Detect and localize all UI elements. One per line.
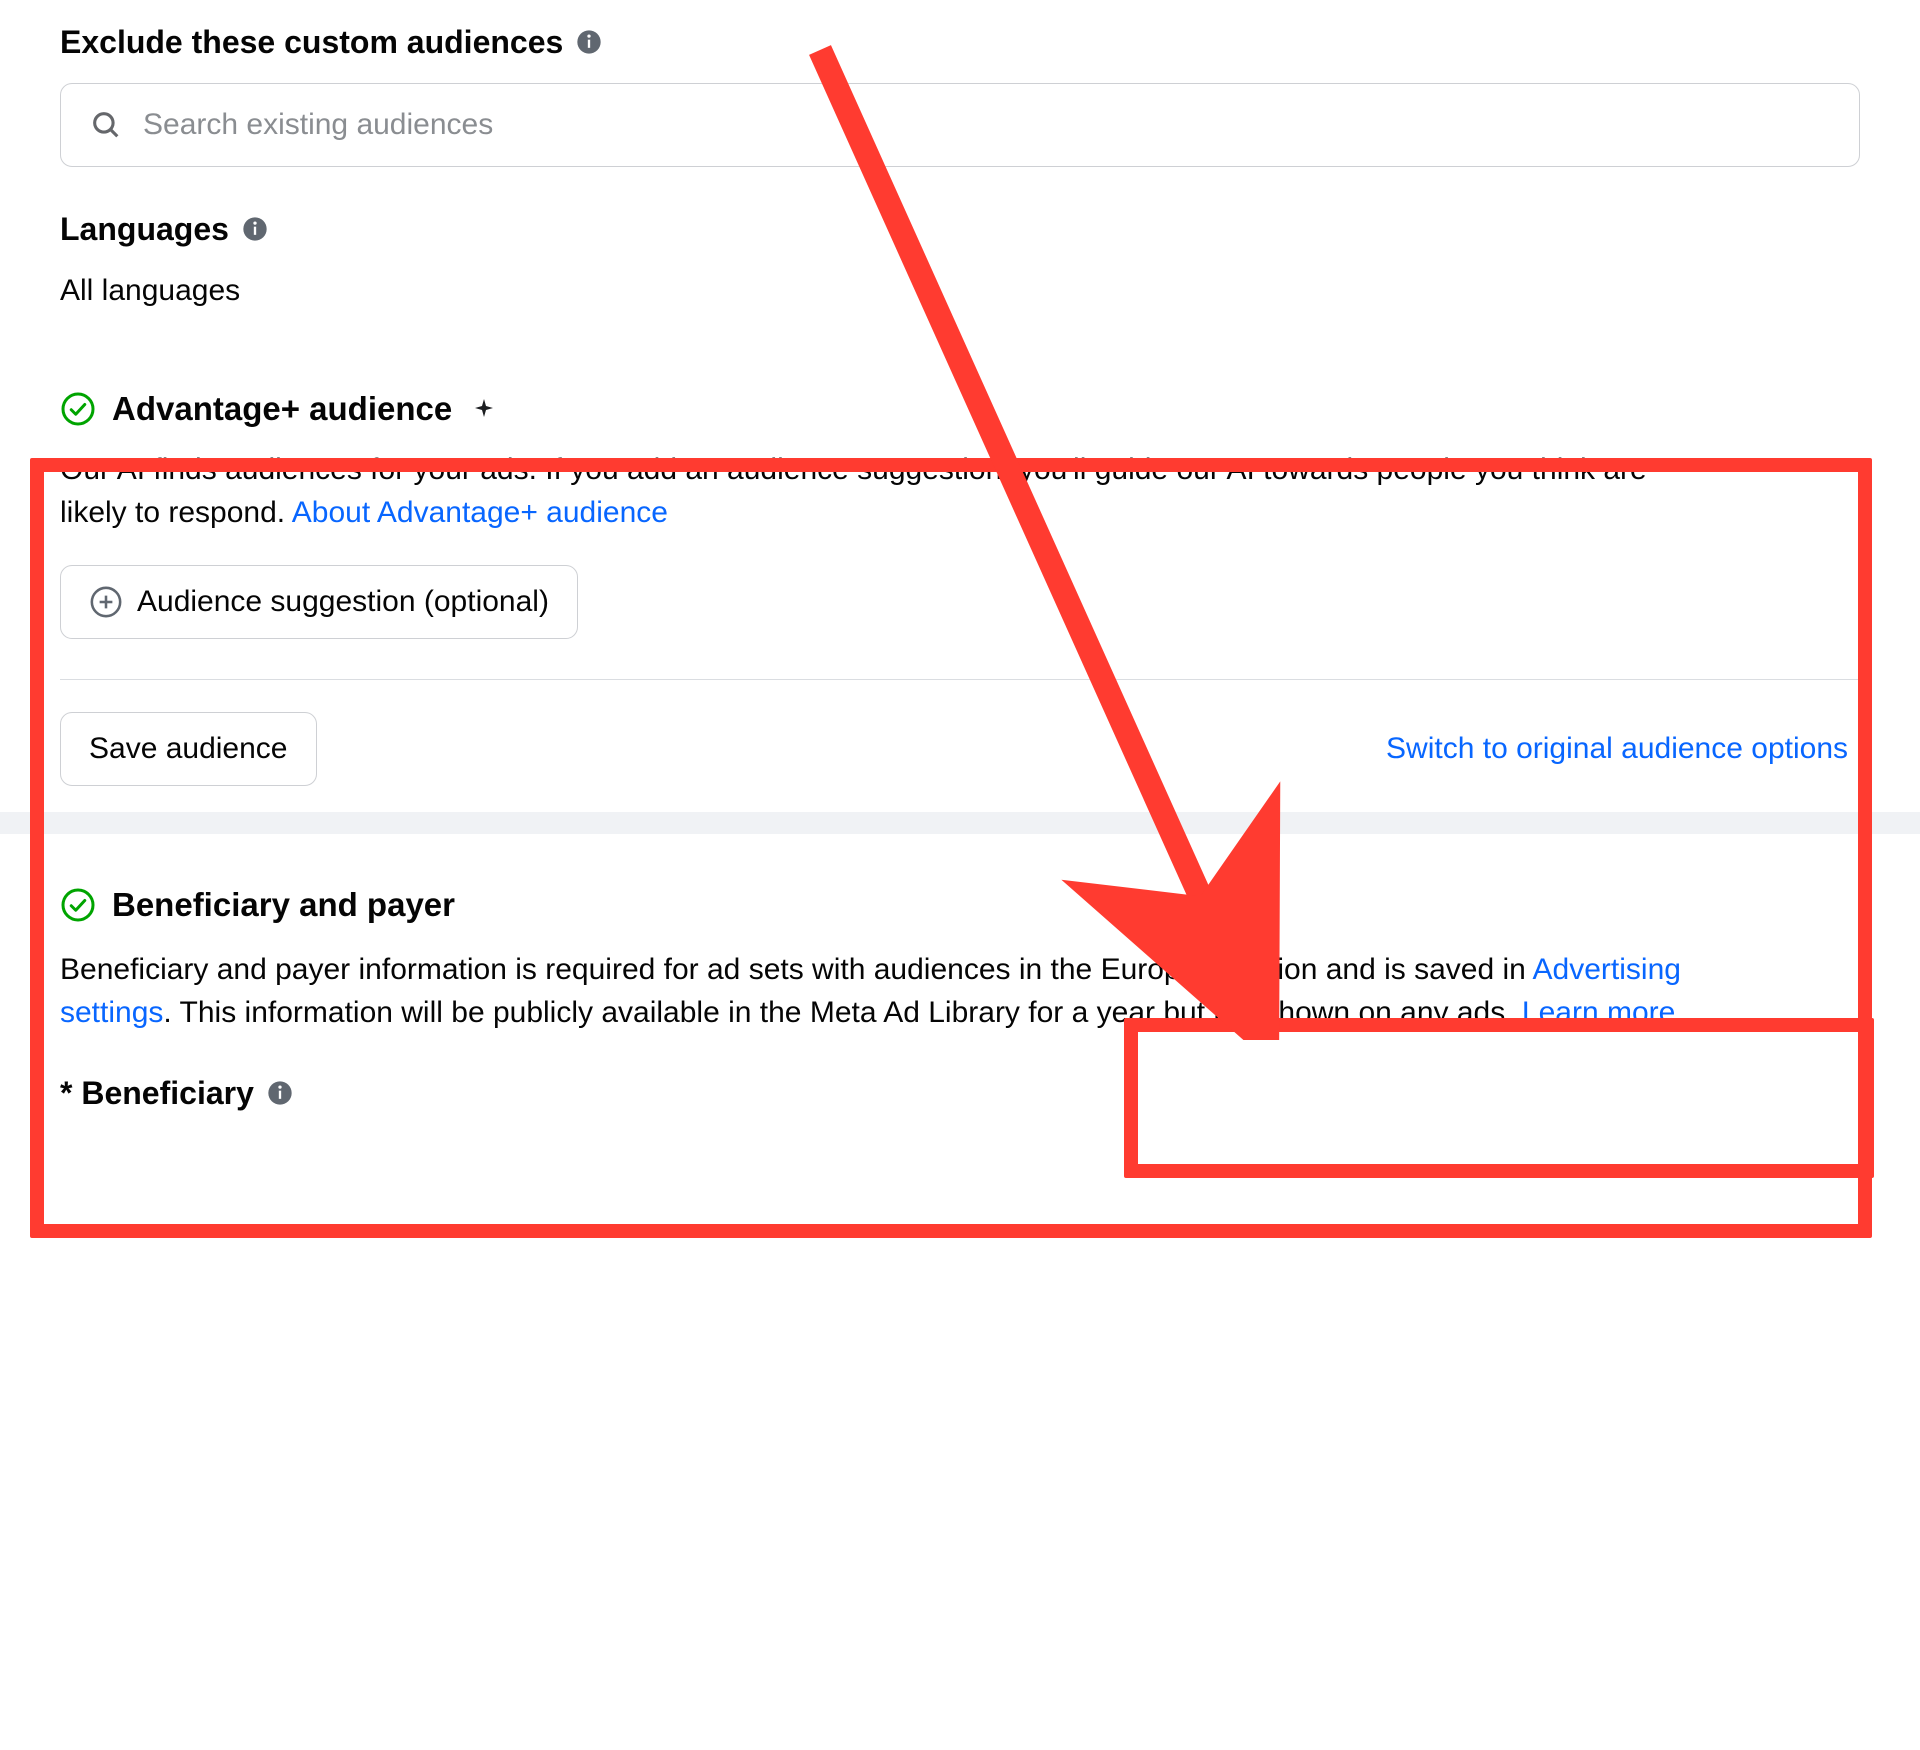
check-circle-icon	[60, 887, 96, 923]
sparkle-icon	[472, 397, 496, 421]
beneficiary-text-1: Beneficiary and payer information is req…	[60, 953, 1533, 986]
save-audience-button[interactable]: Save audience	[60, 712, 317, 786]
beneficiary-field-text: * Beneficiary	[60, 1071, 254, 1116]
check-circle-icon	[60, 391, 96, 427]
plus-circle-icon	[89, 585, 123, 619]
info-icon[interactable]	[266, 1079, 294, 1107]
advantage-audience-title: Advantage+ audience	[112, 386, 452, 432]
audience-suggestion-label: Audience suggestion (optional)	[137, 585, 549, 619]
section-divider-strip	[0, 812, 1920, 834]
advantage-audience-card: Advantage+ audience Our AI finds audienc…	[60, 352, 1860, 798]
about-advantage-link[interactable]: About Advantage+ audience	[292, 496, 668, 529]
beneficiary-payer-header: Beneficiary and payer	[60, 882, 1860, 928]
card-divider	[60, 679, 1860, 680]
exclude-audiences-label-text: Exclude these custom audiences	[60, 20, 563, 65]
exclude-audiences-label: Exclude these custom audiences	[60, 20, 1860, 65]
audience-suggestion-button[interactable]: Audience suggestion (optional)	[60, 565, 578, 639]
advantage-audience-description: Our AI finds audiences for your ads. If …	[60, 448, 1720, 535]
beneficiary-payer-description: Beneficiary and payer information is req…	[60, 948, 1740, 1035]
languages-label: Languages	[60, 207, 1860, 252]
beneficiary-field-label: * Beneficiary	[60, 1071, 1860, 1116]
info-icon[interactable]	[575, 28, 603, 56]
learn-more-link[interactable]: Learn more	[1522, 996, 1675, 1029]
exclude-audiences-search[interactable]	[60, 83, 1860, 167]
search-icon	[89, 108, 123, 142]
languages-label-text: Languages	[60, 207, 229, 252]
beneficiary-text-2: . This information will be publicly avai…	[163, 996, 1522, 1029]
beneficiary-payer-title: Beneficiary and payer	[112, 882, 455, 928]
switch-audience-options-link[interactable]: Switch to original audience options	[1374, 722, 1860, 776]
info-icon[interactable]	[241, 215, 269, 243]
exclude-audiences-input[interactable]	[143, 108, 1831, 142]
save-audience-label: Save audience	[89, 732, 288, 766]
languages-value: All languages	[60, 270, 1860, 312]
